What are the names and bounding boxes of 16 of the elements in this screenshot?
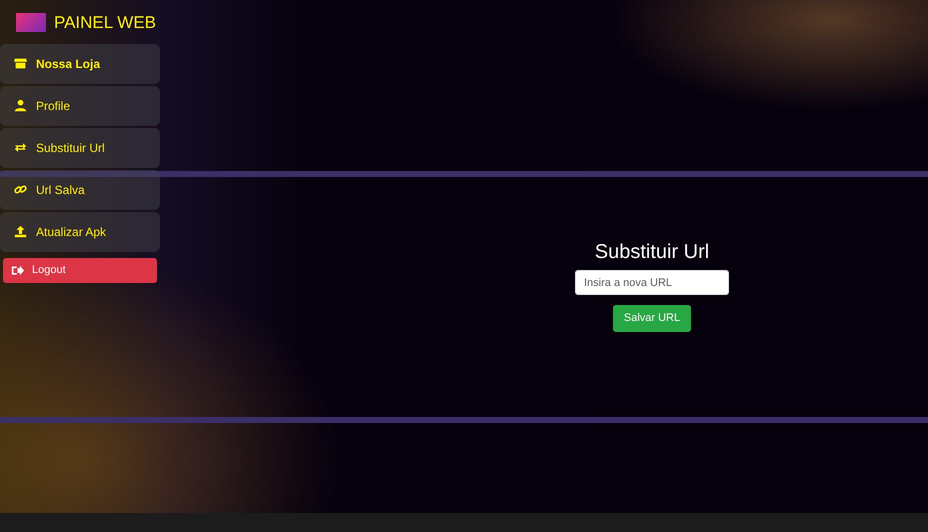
link-icon [14, 183, 27, 196]
store-icon [14, 57, 27, 70]
form-title: Substituir Url [594, 240, 710, 264]
sign-out-icon [11, 264, 24, 276]
sidebar-item[interactable]: Atualizar Apk [0, 212, 160, 252]
url-input-field[interactable]: Insira a nova URL [575, 270, 729, 295]
sidebar-item[interactable]: Profile [0, 86, 160, 126]
swap-arrows-icon [14, 141, 27, 154]
sidebar-item[interactable]: Nossa Loja [0, 44, 160, 84]
brand-title: PAINEL WEB [54, 12, 156, 34]
upload-icon [14, 225, 27, 238]
logo-icon [16, 13, 46, 32]
sidebar-item[interactable]: Substituir Url [0, 128, 160, 168]
sidebar-item[interactable]: Url Salva [0, 170, 160, 210]
user-icon [14, 99, 27, 112]
logout-button[interactable]: Logout [3, 258, 157, 282]
